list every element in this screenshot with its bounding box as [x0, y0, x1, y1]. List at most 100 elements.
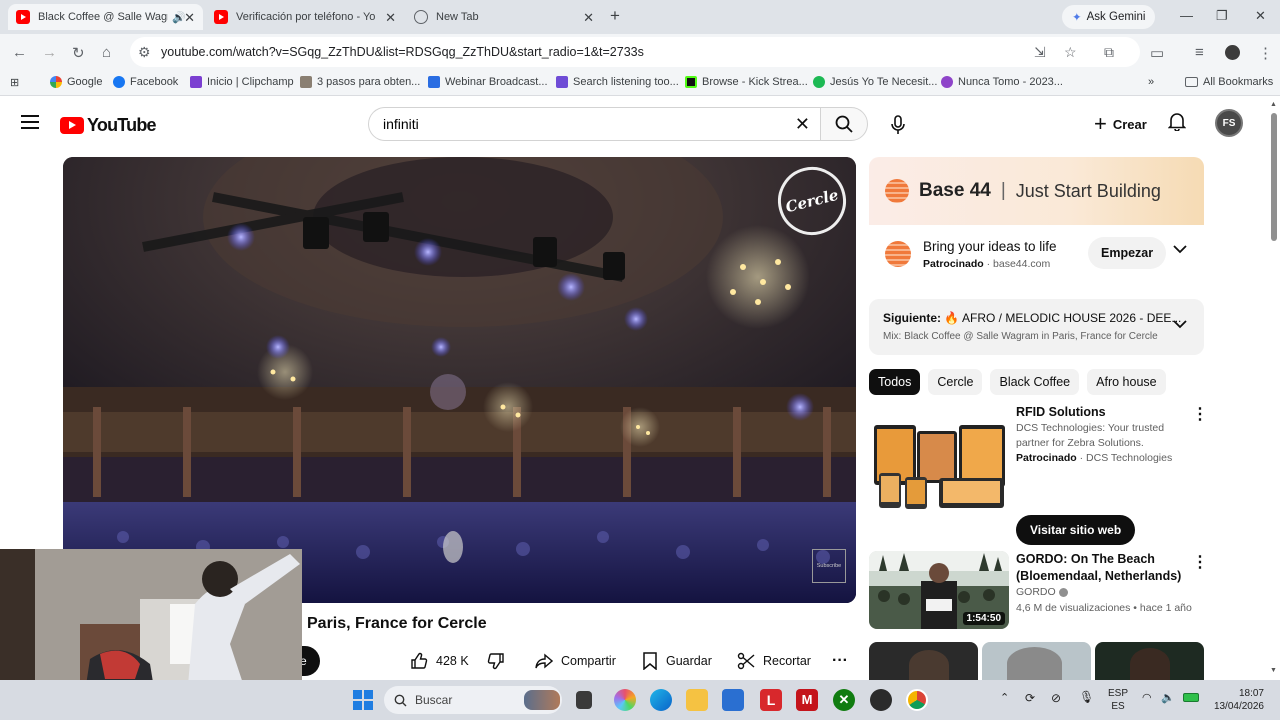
microphone-tray-icon[interactable]: 🎙	[1079, 691, 1094, 704]
chip-afro-house[interactable]: Afro house	[1087, 369, 1166, 395]
address-bar[interactable]: ⚙ youtube.com/watch?v=SGqg_ZzThDU&list=R…	[130, 37, 1140, 67]
bookmark-webinar[interactable]: Webinar Broadcast...	[428, 76, 548, 88]
xbox-icon[interactable]: ✕	[833, 689, 855, 711]
language-indicator[interactable]: ESP ES	[1108, 687, 1128, 713]
rec-title[interactable]: GORDO: On The Beach (Bloemendaal, Nether…	[1016, 551, 1186, 585]
up-next-card[interactable]: Siguiente: 🔥 AFRO / MELODIC HOUSE 2026 -…	[869, 299, 1204, 355]
bookmark-kick[interactable]: Browse - Kick Strea...	[685, 76, 808, 88]
ask-gemini-button[interactable]: ✦ Ask Gemini	[1062, 5, 1156, 29]
search-button[interactable]	[820, 107, 868, 141]
clip-button[interactable]: Recortar	[737, 646, 811, 676]
tray-overflow-icon[interactable]: ⌃	[1000, 692, 1009, 705]
minimize-button[interactable]: —	[1180, 8, 1193, 23]
apps-grid-icon[interactable]: ⊞	[10, 76, 19, 89]
close-icon[interactable]: ✕	[583, 10, 594, 26]
close-icon[interactable]: ✕	[184, 10, 195, 26]
ad-headline[interactable]: Bring your ideas to life	[923, 239, 1057, 254]
network-off-icon[interactable]: ⊘	[1051, 692, 1061, 705]
visit-site-button[interactable]: Visitar sitio web	[1016, 515, 1136, 545]
sync-icon[interactable]: ⟳	[1025, 692, 1035, 705]
reading-list-icon[interactable]: ≡	[1195, 44, 1204, 61]
chip-black-coffee[interactable]: Black Coffee	[990, 369, 1080, 395]
url-text[interactable]: youtube.com/watch?v=SGqg_ZzThDU&list=RDS…	[161, 45, 644, 59]
chip-cercle[interactable]: Cercle	[928, 369, 983, 395]
notifications-button[interactable]	[1167, 111, 1187, 136]
hamburger-menu-icon[interactable]	[21, 115, 39, 129]
copilot-icon[interactable]	[614, 689, 636, 711]
task-view-icon[interactable]	[576, 691, 592, 709]
clear-search-icon[interactable]: ✕	[795, 114, 810, 135]
create-button[interactable]: + Crear	[1082, 107, 1159, 141]
tab-new-tab[interactable]: New Tab ✕	[406, 4, 602, 30]
scroll-down-icon[interactable]: ▼	[1270, 667, 1277, 674]
bookmark-star-icon[interactable]: ☆	[1064, 44, 1077, 61]
tab-verificacion[interactable]: Verificación por teléfono - YouTube ✕	[206, 4, 404, 30]
chevron-down-icon[interactable]	[1173, 319, 1187, 329]
more-actions-icon[interactable]: ···	[832, 646, 848, 676]
app-l-icon[interactable]: L	[760, 689, 782, 711]
scrollbar-thumb[interactable]	[1271, 113, 1277, 241]
install-app-icon[interactable]: ⇲	[1034, 44, 1046, 61]
rec-channel[interactable]: GORDO	[1016, 586, 1056, 598]
volume-icon[interactable]: 🔈	[1161, 692, 1175, 705]
bookmark-google[interactable]: Google	[50, 76, 102, 88]
bookmark-nunca-tomo[interactable]: Nunca Tomo - 2023...	[941, 76, 1063, 88]
close-window-button[interactable]: ✕	[1255, 8, 1266, 24]
bookmark-jesus[interactable]: Jesús Yo Te Necesit...	[813, 76, 937, 88]
page-scrollbar[interactable]: ▲ ▼	[1268, 97, 1280, 680]
voice-search-button[interactable]	[880, 107, 916, 143]
home-icon[interactable]: ⌂	[102, 44, 111, 61]
ad-banner[interactable]: Base 44 | Just Start Building	[869, 157, 1204, 225]
windows-start-icon[interactable]	[353, 690, 373, 710]
back-arrow-icon[interactable]: ←	[12, 44, 27, 61]
extensions-icon[interactable]: ⧉	[1104, 44, 1114, 61]
dislike-button[interactable]	[487, 646, 505, 676]
rec-title[interactable]: RFID Solutions	[1016, 404, 1106, 421]
profile-icon[interactable]	[1225, 45, 1240, 60]
video-thumbnail[interactable]	[982, 642, 1091, 680]
more-options-icon[interactable]: ⋮	[1192, 552, 1208, 572]
edge-icon[interactable]	[650, 689, 672, 711]
video-thumbnail[interactable]: 1:54:50	[869, 551, 1009, 629]
video-player[interactable]: Cercle Subscribe	[63, 157, 856, 603]
wifi-icon[interactable]: ◠	[1142, 692, 1152, 705]
chip-todos[interactable]: Todos	[869, 369, 921, 395]
video-thumbnail[interactable]	[1095, 642, 1204, 680]
site-info-icon[interactable]: ⚙	[138, 44, 151, 61]
chevron-down-icon[interactable]	[1173, 244, 1187, 254]
side-panel-icon[interactable]: ▭	[1150, 44, 1164, 62]
taskbar-search[interactable]: Buscar	[384, 686, 562, 714]
share-button[interactable]: Compartir	[535, 646, 616, 676]
like-button[interactable]: 428 K	[410, 646, 469, 676]
forward-arrow-icon[interactable]: →	[42, 44, 57, 61]
ad-thumbnail[interactable]	[869, 403, 1009, 515]
bookmark-facebook[interactable]: Facebook	[113, 76, 178, 88]
restore-button[interactable]: ❐	[1216, 8, 1228, 24]
menu-dots-icon[interactable]: ⋮	[1258, 44, 1273, 62]
sponsored-ad-card[interactable]: Base 44 | Just Start Building Bring your…	[869, 157, 1204, 283]
all-bookmarks-button[interactable]: All Bookmarks	[1185, 76, 1273, 88]
video-thumbnail[interactable]	[869, 642, 978, 680]
file-explorer-icon[interactable]	[686, 689, 708, 711]
avatar[interactable]: FS	[1215, 109, 1243, 137]
new-tab-button[interactable]: +	[610, 6, 620, 26]
youtube-logo[interactable]: YouTube	[60, 115, 157, 136]
battery-icon[interactable]	[1183, 693, 1199, 706]
ad-cta-button[interactable]: Empezar	[1088, 237, 1167, 269]
scroll-up-icon[interactable]: ▲	[1270, 101, 1277, 108]
save-button[interactable]: Guardar	[642, 646, 712, 676]
mcafee-icon[interactable]: M	[796, 689, 818, 711]
more-options-icon[interactable]: ⋮	[1192, 404, 1208, 424]
close-icon[interactable]: ✕	[385, 10, 396, 26]
bookmark-search-listening[interactable]: Search listening too...	[556, 76, 679, 88]
more-bookmarks-icon[interactable]: »	[1148, 76, 1154, 88]
bookmark-3-pasos[interactable]: 3 pasos para obten...	[300, 76, 420, 88]
tab-black-coffee[interactable]: Black Coffee @ Salle Wagram 🔊 ✕	[8, 4, 203, 30]
recorder-icon[interactable]	[870, 689, 892, 711]
store-icon[interactable]	[722, 689, 744, 711]
search-input[interactable]	[383, 116, 783, 132]
clock[interactable]: 18:07 13/04/2026	[1212, 687, 1264, 713]
subscribe-watermark[interactable]: Subscribe	[812, 549, 846, 583]
chrome-icon[interactable]	[906, 689, 928, 711]
reload-icon[interactable]: ↻	[72, 44, 85, 62]
